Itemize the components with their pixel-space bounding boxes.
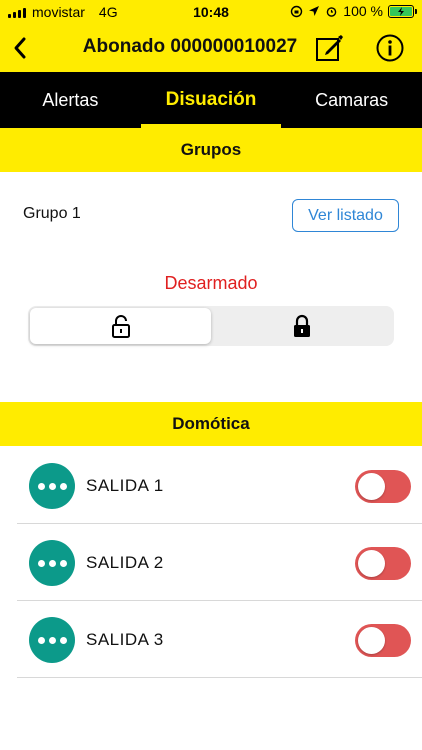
lock-icon: [293, 314, 310, 337]
output-toggle[interactable]: [355, 547, 411, 580]
info-icon: [376, 34, 404, 62]
output-toggle[interactable]: [355, 624, 411, 657]
tab-bar: Alertas Disuación Camaras: [0, 72, 422, 128]
arm-status-text: Desarmado: [164, 273, 258, 293]
output-label: SALIDA 1: [86, 476, 164, 495]
group-name: Grupo 1: [23, 205, 81, 222]
disarm-option[interactable]: [30, 308, 211, 344]
battery-percent: 100 %: [343, 3, 383, 19]
rotation-lock-icon: [291, 5, 303, 17]
list-item: SALIDA 3: [17, 601, 422, 678]
output-label: SALIDA 3: [86, 630, 164, 649]
unlock-icon: [111, 315, 130, 338]
output-toggle[interactable]: [355, 470, 411, 503]
location-icon: [309, 6, 320, 16]
page-title: Abonado 000000010027: [82, 36, 298, 57]
arm-segmented-control: [28, 306, 394, 346]
output-label: SALIDA 2: [86, 553, 164, 572]
tab-camaras[interactable]: Camaras: [281, 72, 422, 128]
status-bar: movistar 4G 10:48 100 %: [0, 0, 422, 24]
status-right: 100 %: [290, 3, 417, 19]
edit-button[interactable]: [314, 33, 344, 63]
domotica-header: Domótica: [0, 402, 422, 446]
more-icon[interactable]: [29, 463, 75, 509]
app-header: Abonado 000000010027: [0, 24, 422, 72]
more-icon[interactable]: [29, 540, 75, 586]
battery-icon: [388, 4, 417, 18]
chevron-left-icon: [14, 37, 26, 59]
alarm-icon: [326, 6, 337, 17]
groups-header: Grupos: [0, 128, 422, 172]
arm-option[interactable]: [211, 308, 392, 344]
tab-disuacion[interactable]: Disuación: [140, 72, 282, 128]
back-button[interactable]: [4, 30, 36, 66]
more-icon[interactable]: [29, 617, 75, 663]
view-list-button[interactable]: Ver listado: [292, 199, 399, 232]
tab-alertas[interactable]: Alertas: [0, 72, 141, 128]
list-item: SALIDA 2: [17, 524, 422, 601]
info-button[interactable]: [375, 33, 405, 63]
list-item: SALIDA 1: [17, 447, 422, 524]
edit-icon: [316, 35, 343, 61]
